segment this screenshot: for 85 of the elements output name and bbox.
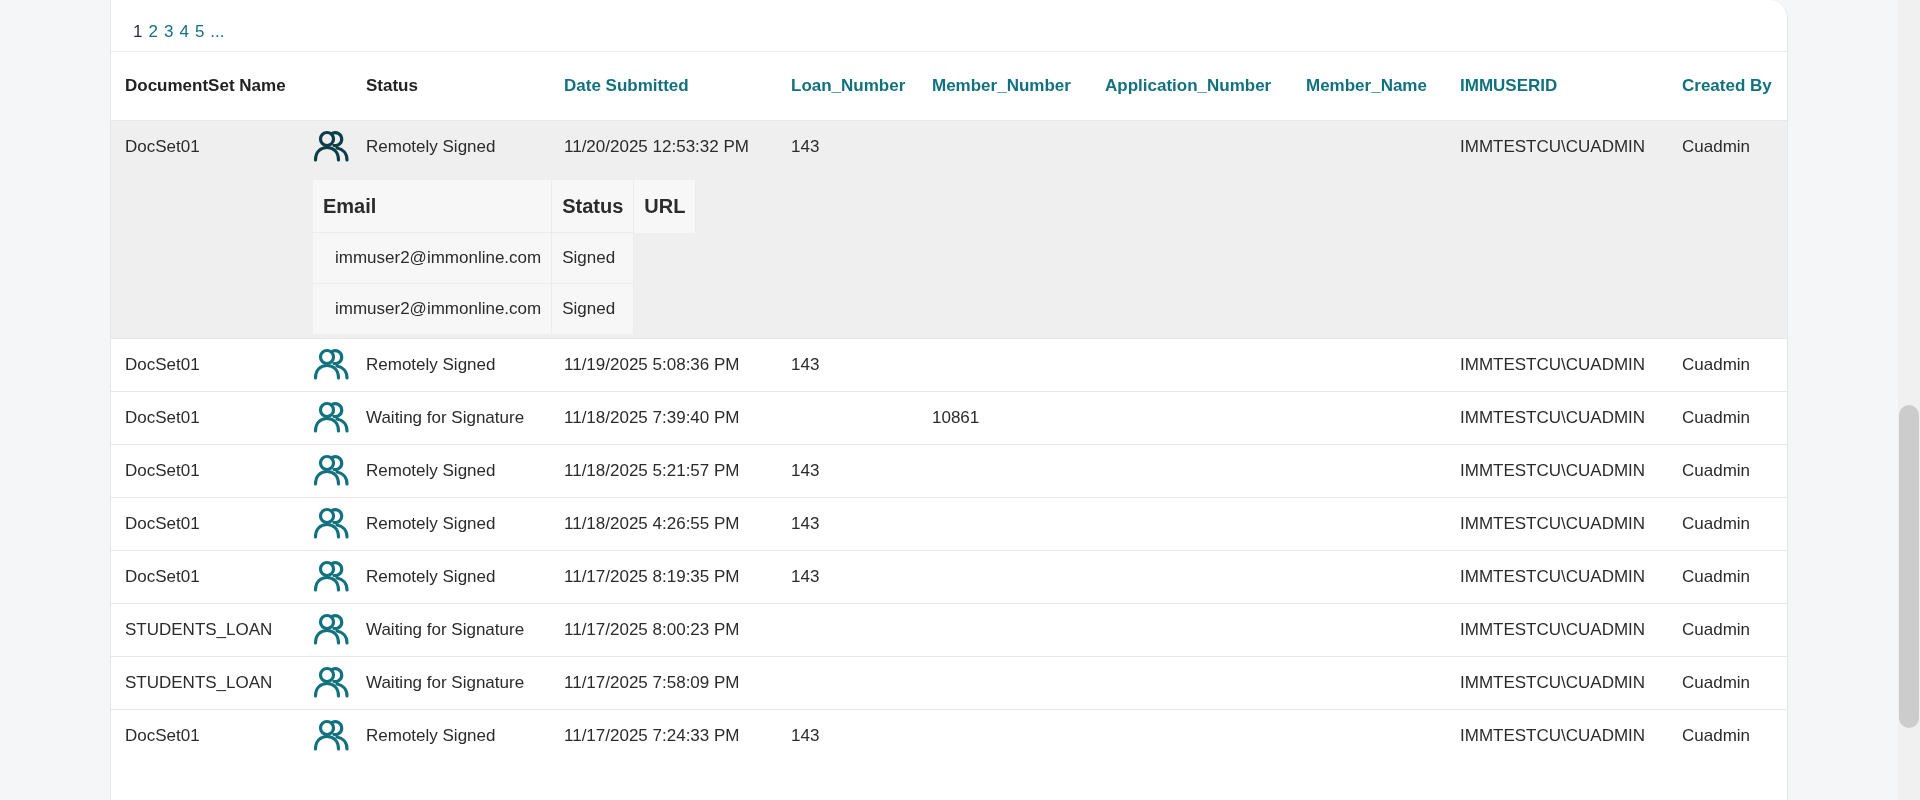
column-sort-link[interactable]: Member_Number (932, 76, 1071, 95)
created-by: Cuadmin (1682, 619, 1751, 641)
member-number: 10861 (932, 407, 980, 429)
user-id: IMMTESTCU\CUADMIN (1460, 566, 1646, 588)
signer-status: Signed (551, 283, 634, 334)
created-by: Cuadmin (1682, 513, 1751, 535)
documentset-name: DocSet01 (125, 725, 200, 747)
documentset-name: DocSet01 (125, 407, 200, 429)
column-sort-link[interactable]: Created By (1682, 76, 1772, 95)
status-text: Remotely Signed (366, 566, 496, 588)
date-submitted: 11/18/2025 7:39:40 PM (564, 407, 740, 429)
created-by: Cuadmin (1682, 136, 1751, 158)
created-by: Cuadmin (1682, 725, 1751, 747)
scrollbar-thumb[interactable] (1899, 405, 1919, 728)
column-sort-link[interactable]: IMMUSERID (1460, 76, 1558, 95)
signer-email: immuser2@immonline.com (313, 232, 552, 284)
date-submitted: 11/17/2025 7:58:09 PM (564, 672, 740, 694)
people-icon[interactable] (313, 401, 351, 433)
signer-email: immuser2@immonline.com (313, 283, 552, 334)
date-submitted: 11/20/2025 12:53:32 PM (564, 136, 749, 158)
date-submitted: 11/18/2025 5:21:57 PM (564, 460, 740, 482)
status-text: Waiting for Signature (366, 672, 525, 694)
documentset-name: STUDENTS_LOAN (125, 619, 273, 641)
page-link[interactable]: 4 (179, 22, 189, 42)
status-text: Waiting for Signature (366, 407, 525, 429)
people-icon[interactable] (313, 613, 351, 645)
date-submitted: 11/19/2025 5:08:36 PM (564, 354, 740, 376)
created-by: Cuadmin (1682, 354, 1751, 376)
status-text: Waiting for Signature (366, 619, 525, 641)
page-link[interactable]: 2 (148, 22, 158, 42)
loan-number: 143 (791, 566, 820, 588)
user-id: IMMTESTCU\CUADMIN (1460, 619, 1646, 641)
people-icon[interactable] (313, 560, 351, 592)
user-id: IMMTESTCU\CUADMIN (1460, 407, 1646, 429)
documentset-name: DocSet01 (125, 513, 200, 535)
documentset-name: STUDENTS_LOAN (125, 672, 273, 694)
column-header: DocumentSet Name (111, 52, 313, 121)
created-by: Cuadmin (1682, 407, 1751, 429)
page-link[interactable]: 3 (163, 22, 174, 42)
user-id: IMMTESTCU\CUADMIN (1460, 354, 1646, 376)
people-icon[interactable] (313, 719, 351, 751)
created-by: Cuadmin (1682, 566, 1751, 588)
people-icon[interactable] (313, 348, 351, 380)
documentset-name: DocSet01 (125, 136, 200, 158)
signer-column-header: Status (551, 180, 634, 233)
scrollbar[interactable] (1898, 0, 1920, 800)
signer-status: Signed (551, 232, 634, 284)
people-icon[interactable] (313, 666, 351, 698)
created-by: Cuadmin (1682, 672, 1751, 694)
status-text: Remotely Signed (366, 513, 496, 535)
user-id: IMMTESTCU\CUADMIN (1460, 513, 1646, 535)
loan-number: 143 (791, 460, 820, 482)
people-icon[interactable] (313, 454, 351, 486)
date-submitted: 11/17/2025 8:19:35 PM (564, 566, 740, 588)
documentset-name: DocSet01 (125, 460, 200, 482)
user-id: IMMTESTCU\CUADMIN (1460, 725, 1646, 747)
loan-number: 143 (791, 136, 820, 158)
date-submitted: 11/17/2025 7:24:33 PM (564, 725, 740, 747)
signer-column-header: URL (633, 180, 696, 233)
status-text: Remotely Signed (366, 460, 496, 482)
date-submitted: 11/17/2025 8:00:23 PM (564, 619, 740, 641)
people-icon[interactable] (313, 130, 351, 162)
status-text: Remotely Signed (366, 136, 496, 158)
user-id: IMMTESTCU\CUADMIN (1460, 672, 1646, 694)
signer-column-header: Email (313, 180, 552, 233)
page-link[interactable]: 5 (194, 22, 205, 42)
loan-number: 143 (791, 513, 820, 535)
status-text: Remotely Signed (366, 725, 496, 747)
column-header: Status (352, 52, 550, 121)
documentset-name: DocSet01 (125, 354, 200, 376)
user-id: IMMTESTCU\CUADMIN (1460, 460, 1646, 482)
created-by: Cuadmin (1682, 460, 1751, 482)
people-icon[interactable] (313, 507, 351, 539)
user-id: IMMTESTCU\CUADMIN (1460, 136, 1646, 158)
loan-number: 143 (791, 725, 820, 747)
more-pages-link[interactable]: ... (210, 22, 225, 42)
status-text: Remotely Signed (366, 354, 496, 376)
documentset-name: DocSet01 (125, 566, 200, 588)
page-link[interactable]: 1 (133, 22, 143, 42)
column-sort-link[interactable]: Application_Number (1105, 76, 1272, 95)
column-sort-link[interactable]: Member_Name (1306, 76, 1427, 95)
column-sort-link[interactable]: Date Submitted (564, 76, 689, 95)
loan-number: 143 (791, 354, 820, 376)
column-sort-link[interactable]: Loan_Number (791, 76, 906, 95)
date-submitted: 11/18/2025 4:26:55 PM (564, 513, 740, 535)
